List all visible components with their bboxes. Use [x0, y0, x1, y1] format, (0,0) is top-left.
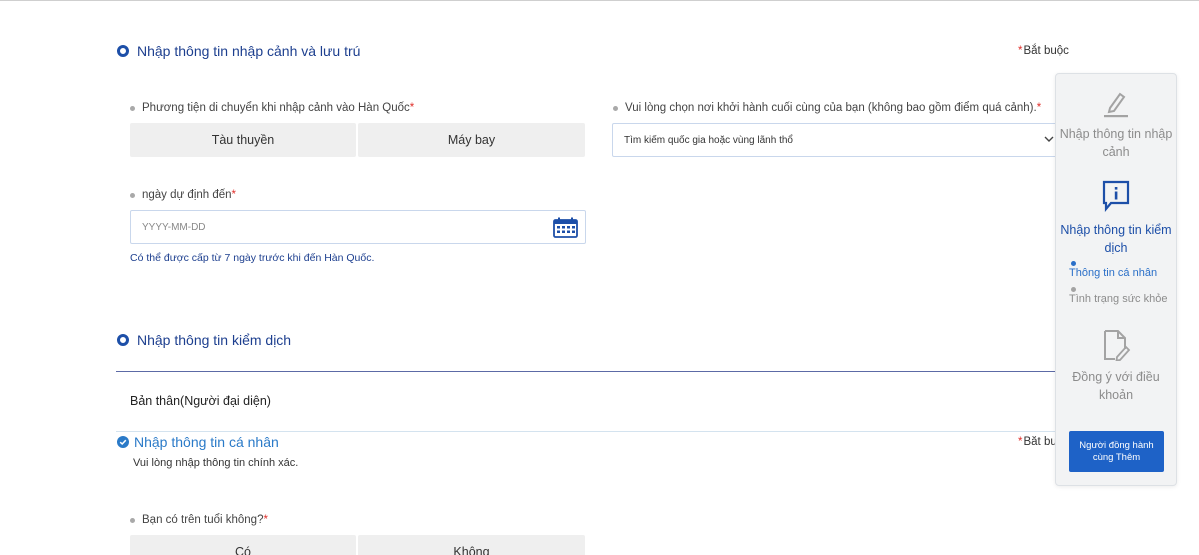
check-circle-icon	[117, 436, 129, 448]
section-radio-icon	[117, 45, 129, 57]
required-label: Bắt buộc	[1023, 45, 1069, 57]
bullet-icon	[613, 105, 618, 111]
chevron-down-icon	[1044, 136, 1054, 142]
ship-option-button[interactable]: Tàu thuyền	[130, 123, 356, 157]
transport-label: Phương tiện di chuyển khi nhập cảnh vào …	[130, 102, 414, 114]
pencil-icon	[1104, 92, 1128, 118]
personal-info-note: Vui lòng nhập thông tin chính xác.	[133, 457, 299, 469]
departure-label-text: Vui lòng chọn nơi khởi hành cuối cùng củ…	[625, 102, 1037, 114]
required-star: *	[409, 102, 415, 114]
substep-personal-info[interactable]: Thông tin cá nhân	[1069, 267, 1157, 279]
arrival-date-label: ngày dự định đến*	[130, 189, 236, 201]
bullet-icon	[130, 517, 135, 523]
arrival-date-input[interactable]: YYYY-MM-DD	[130, 210, 586, 244]
substep-health-status[interactable]: Tình trạng sức khỏe	[1069, 293, 1167, 305]
personal-required-note: *Bắt buộc	[1018, 436, 1056, 448]
age-no-button[interactable]: Không	[358, 535, 585, 555]
entry-section-header: Nhập thông tin nhập cảnh và lưu trú	[117, 43, 360, 59]
age-question-text: Bạn có trên tuổi không?	[142, 514, 264, 526]
airplane-option-button[interactable]: Máy bay	[358, 123, 585, 157]
entry-section-title: Nhập thông tin nhập cảnh và lưu trú	[137, 43, 361, 59]
calendar-icon[interactable]	[553, 217, 578, 238]
section-divider	[116, 371, 1056, 372]
step-terms-agreement[interactable]: Đồng ý với điều khoản	[1056, 368, 1176, 404]
arrival-date-placeholder: YYYY-MM-DD	[142, 221, 206, 233]
arrival-date-hint: Có thể được cấp từ 7 ngày trước khi đến …	[130, 252, 375, 264]
step-quarantine-info[interactable]: Nhập thông tin kiểm dịch	[1056, 221, 1176, 257]
quarantine-section-header: Nhập thông tin kiểm dịch	[117, 332, 291, 348]
required-star: *	[263, 514, 268, 526]
document-edit-icon	[1104, 330, 1131, 361]
bullet-icon	[130, 192, 135, 198]
person-title: Bản thân(Người đại diện)	[130, 394, 271, 408]
substep-dot-icon	[1071, 287, 1076, 292]
required-star: *	[231, 189, 237, 201]
transport-toggle: Tàu thuyền Máy bay	[130, 123, 585, 157]
arrival-date-label-text: ngày dự định đến	[142, 189, 232, 201]
age-question-label: Bạn có trên tuổi không?*	[130, 514, 268, 526]
departure-label: Vui lòng chọn nơi khởi hành cuối cùng củ…	[613, 102, 1041, 114]
bullet-icon	[130, 105, 135, 111]
departure-country-select[interactable]: Tìm kiếm quốc gia hoặc vùng lãnh thổ	[612, 123, 1058, 157]
step-entry-info[interactable]: Nhập thông tin nhập cảnh	[1056, 125, 1176, 161]
departure-placeholder: Tìm kiếm quốc gia hoặc vùng lãnh thổ	[624, 134, 793, 146]
info-chat-icon	[1102, 180, 1130, 212]
personal-info-title: Nhập thông tin cá nhân	[134, 434, 279, 450]
age-toggle: Có Không	[130, 535, 585, 555]
personal-info-header: Nhập thông tin cá nhân	[117, 434, 279, 450]
quarantine-section-title: Nhập thông tin kiểm dịch	[137, 332, 292, 348]
age-yes-button[interactable]: Có	[130, 535, 356, 555]
required-note: *Bắt buộc	[1018, 45, 1069, 57]
progress-side-panel: Nhập thông tin nhập cảnh Nhập thông tin …	[1055, 73, 1177, 486]
required-star: *	[1036, 102, 1042, 114]
transport-label-text: Phương tiện di chuyển khi nhập cảnh vào …	[142, 102, 410, 114]
top-divider	[0, 0, 1199, 1]
required-star: *	[1018, 436, 1023, 448]
required-star: *	[1018, 45, 1023, 57]
add-companion-button[interactable]: Người đồng hành cùng Thêm	[1069, 431, 1164, 472]
required-label: Bắt buộc	[1023, 436, 1056, 448]
person-divider	[116, 431, 1056, 432]
section-radio-icon	[117, 334, 129, 346]
substep-dot-icon	[1071, 261, 1076, 266]
